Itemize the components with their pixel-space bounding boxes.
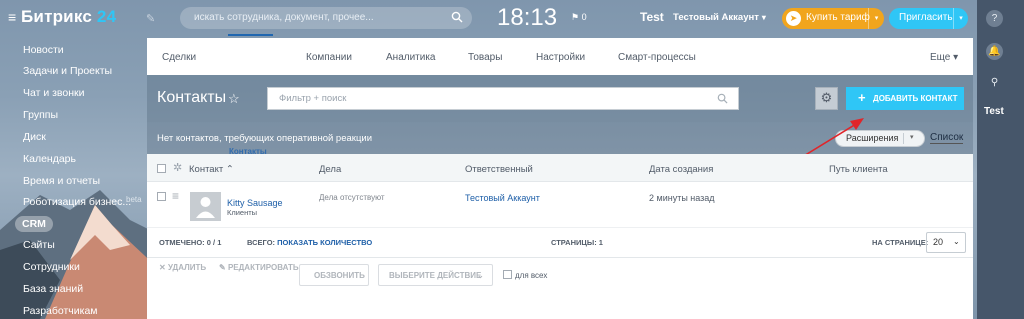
invite-button[interactable]: Пригласить ▾ bbox=[889, 8, 968, 29]
for-all-label: для всех bbox=[515, 271, 548, 280]
chevron-down-icon[interactable]: ▾ bbox=[953, 8, 968, 29]
per-page-select[interactable]: 20 ⌄ bbox=[926, 232, 966, 253]
sidebar-item-crm[interactable]: CRM bbox=[15, 216, 53, 232]
filter-search-input[interactable]: Фильтр + поиск bbox=[267, 87, 739, 110]
sidebar-item-groups[interactable]: Группы bbox=[23, 109, 58, 121]
buy-tariff-button[interactable]: ➤ Купить тариф ▾ bbox=[782, 8, 884, 29]
avatar bbox=[190, 192, 221, 221]
search-icon bbox=[717, 93, 728, 104]
sidebar-item-time[interactable]: Время и отчеты bbox=[23, 175, 100, 187]
chevron-down-icon: ▾ bbox=[761, 13, 766, 22]
flag-counter[interactable]: ⚑ 0 bbox=[571, 12, 587, 23]
sidebar-item-tasks[interactable]: Задачи и Проекты bbox=[23, 65, 112, 77]
per-page-label: НА СТРАНИЦЕ: bbox=[872, 238, 929, 247]
col-deals[interactable]: Дела bbox=[319, 164, 341, 175]
user-account-menu[interactable]: Тестовый Аккаунт ▾ bbox=[673, 12, 766, 23]
sidebar-item-sites[interactable]: Сайты bbox=[23, 239, 55, 251]
edit-action[interactable]: ✎ РЕДАКТИРОВАТЬ bbox=[219, 263, 299, 272]
edit-menu-icon[interactable]: ✎ bbox=[146, 12, 155, 25]
tab-companies[interactable]: Компании bbox=[306, 52, 352, 63]
rocket-icon: ➤ bbox=[786, 11, 801, 26]
responsible-link[interactable]: Тестовый Аккаунт bbox=[465, 193, 540, 203]
bell-icon[interactable]: 🔔 bbox=[986, 43, 1003, 60]
call-button[interactable]: ОБЗВОНИТЬ bbox=[299, 264, 369, 286]
pages-count: СТРАНИЦЫ: 1 bbox=[551, 238, 603, 247]
selected-count: ОТМЕЧЕНО: 0 / 1 bbox=[159, 238, 222, 247]
for-all-checkbox[interactable] bbox=[503, 270, 512, 279]
logo[interactable]: Битрикс 24 bbox=[21, 7, 116, 27]
user-short-name[interactable]: Test bbox=[640, 10, 664, 24]
col-created[interactable]: Дата создания bbox=[649, 164, 713, 175]
contact-name-link[interactable]: Kitty Sausage bbox=[227, 198, 283, 208]
tab-settings[interactable]: Настройки bbox=[536, 52, 585, 63]
tab-more[interactable]: Еще ▾ bbox=[930, 52, 958, 63]
settings-gear-icon[interactable]: ✲ bbox=[173, 161, 182, 174]
delete-action[interactable]: ✕ УДАЛИТЬ bbox=[159, 263, 206, 272]
row-checkbox[interactable] bbox=[157, 192, 166, 201]
chevron-down-icon[interactable]: ▾ bbox=[910, 133, 914, 141]
chevron-down-icon: ⌄ bbox=[953, 237, 960, 246]
tab-products[interactable]: Товары bbox=[468, 52, 502, 63]
crm-tabs: Сделки Контакты Компании Аналитика Товар… bbox=[147, 38, 973, 156]
sidebar-item-employees[interactable]: Сотрудники bbox=[23, 261, 80, 273]
active-tab-underline bbox=[228, 34, 273, 36]
plus-icon: + bbox=[858, 90, 866, 105]
sidebar-item-calendar[interactable]: Календарь bbox=[23, 153, 76, 165]
star-icon[interactable]: ☆ bbox=[228, 91, 240, 107]
search-placeholder: искать сотрудника, документ, прочее... bbox=[194, 12, 374, 23]
user-label[interactable]: Test bbox=[984, 106, 1004, 117]
select-all-checkbox[interactable] bbox=[157, 164, 166, 173]
chevron-down-icon[interactable]: ▾ bbox=[868, 8, 884, 29]
sidebar-item-news[interactable]: Новости bbox=[23, 44, 64, 56]
sidebar-item-chat[interactable]: Чат и звонки bbox=[23, 87, 85, 99]
menu-burger-icon[interactable]: ≡ bbox=[8, 10, 20, 24]
sidebar-item-knowledge[interactable]: База знаний bbox=[23, 283, 83, 295]
total-count: ВСЕГО: ПОКАЗАТЬ КОЛИЧЕСТВО bbox=[247, 238, 373, 247]
contact-type: Клиенты bbox=[227, 208, 258, 217]
tab-smart-processes[interactable]: Смарт-процессы bbox=[618, 52, 696, 63]
sidebar-item-developers[interactable]: Разработчикам bbox=[23, 305, 98, 317]
col-customer-path[interactable]: Путь клиента bbox=[829, 164, 888, 175]
table-row[interactable]: ≡ Kitty Sausage Клиенты Дела отсутствуют… bbox=[147, 182, 973, 228]
col-responsible[interactable]: Ответственный bbox=[465, 164, 533, 175]
contacts-grid: ✲ Контакт ⌃ Дела Ответственный Дата созд… bbox=[147, 154, 973, 319]
clock[interactable]: 18:13 bbox=[497, 4, 557, 32]
help-icon[interactable]: ? bbox=[986, 10, 1003, 27]
sidebar-item-disk[interactable]: Диск bbox=[23, 131, 46, 143]
global-search-input[interactable]: искать сотрудника, документ, прочее... bbox=[180, 7, 472, 29]
search-icon[interactable]: ⚲ bbox=[986, 74, 1003, 91]
row-menu-icon[interactable]: ≡ bbox=[172, 189, 179, 203]
search-icon bbox=[451, 11, 463, 23]
show-count-link[interactable]: ПОКАЗАТЬ КОЛИЧЕСТВО bbox=[277, 238, 372, 247]
chevron-down-icon: ⌄ bbox=[477, 271, 484, 280]
right-panel: ? 🔔 ⚲ Test bbox=[977, 0, 1024, 319]
beta-badge: beta bbox=[126, 195, 142, 204]
gear-icon[interactable]: ⚙ bbox=[815, 87, 838, 110]
sort-asc-icon: ⌃ bbox=[225, 164, 234, 175]
list-view-toggle[interactable]: Список bbox=[930, 132, 964, 144]
created-date: 2 минуты назад bbox=[649, 193, 715, 203]
tab-deals[interactable]: Сделки bbox=[162, 52, 196, 63]
choose-action-select[interactable]: ВЫБЕРИТЕ ДЕЙСТВИЕ ⌄ bbox=[378, 264, 493, 286]
deals-status: Дела отсутствуют bbox=[319, 193, 385, 202]
grid-footer: ОТМЕЧЕНО: 0 / 1 ВСЕГО: ПОКАЗАТЬ КОЛИЧЕСТ… bbox=[147, 228, 973, 258]
sidebar-item-robotization[interactable]: Роботизация бизнес... bbox=[23, 196, 131, 208]
page-title: Контакты bbox=[157, 89, 227, 106]
col-contact[interactable]: Контакт ⌃ bbox=[189, 164, 234, 175]
add-contact-button[interactable]: + ДОБАВИТЬ КОНТАКТ bbox=[846, 87, 964, 110]
grid-header: ✲ Контакт ⌃ Дела Ответственный Дата созд… bbox=[147, 154, 973, 182]
tab-analytics[interactable]: Аналитика bbox=[386, 52, 436, 63]
